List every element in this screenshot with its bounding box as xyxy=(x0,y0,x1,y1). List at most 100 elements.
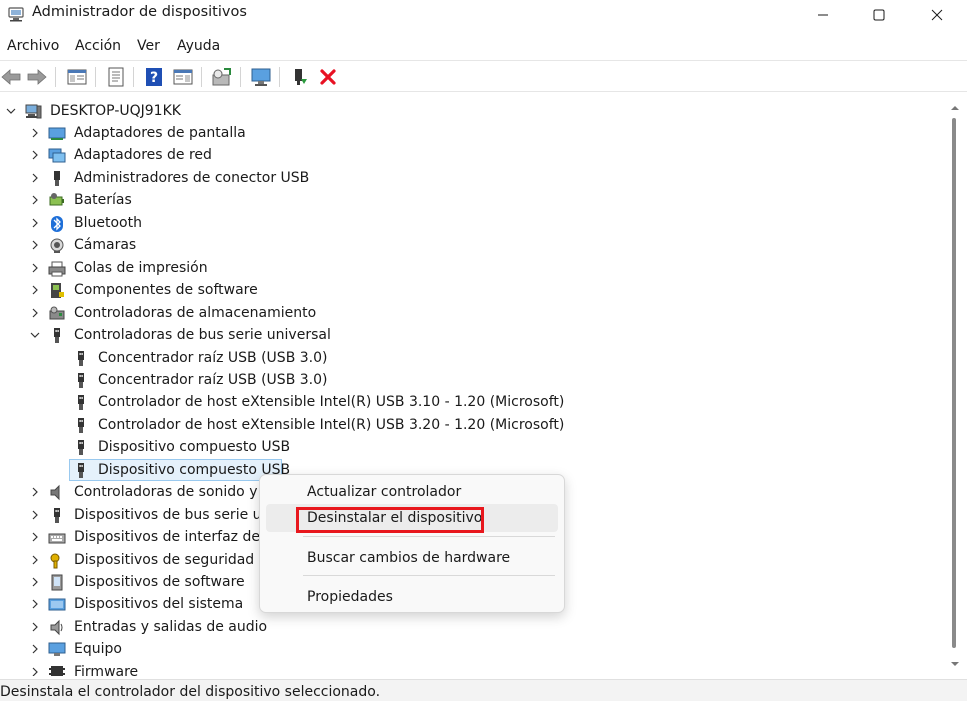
title-bar: Administrador de dispositivos xyxy=(0,0,967,30)
tree-category-item[interactable]: Adaptadores de red xyxy=(0,144,944,166)
tree-child-item[interactable]: Concentrador raíz USB (USB 3.0) xyxy=(0,369,944,391)
uninstall-device-button[interactable] xyxy=(317,66,339,88)
chevron-right-icon[interactable] xyxy=(29,575,41,589)
chevron-right-icon[interactable] xyxy=(29,238,41,252)
tree-category-item[interactable]: Controladoras de bus serie universal xyxy=(0,324,944,346)
toolbar-separator xyxy=(240,67,241,87)
tree-child-item[interactable]: Dispositivo compuesto USB xyxy=(0,436,944,458)
chevron-right-icon[interactable] xyxy=(29,283,41,297)
menu-ver[interactable]: Ver xyxy=(137,37,160,55)
context-menu: Actualizar controlador Desinstalar el di… xyxy=(259,474,565,613)
tree-item-label: Dispositivos de software xyxy=(74,574,245,590)
chevron-right-icon[interactable] xyxy=(29,216,41,230)
chevron-down-icon[interactable] xyxy=(29,328,41,342)
toolbar-separator xyxy=(201,67,202,87)
chevron-right-icon[interactable] xyxy=(29,665,41,676)
toolbar-separator xyxy=(279,67,280,87)
forward-button[interactable] xyxy=(26,66,48,88)
chevron-right-icon[interactable] xyxy=(29,171,41,185)
menu-accion[interactable]: Acción xyxy=(75,37,121,55)
maximize-button[interactable] xyxy=(853,0,905,30)
properties-button[interactable] xyxy=(105,66,127,88)
svg-text:?: ? xyxy=(150,70,158,86)
hid-keyboard-icon xyxy=(48,533,66,544)
tree-category-item[interactable]: Bluetooth xyxy=(0,212,944,234)
minimize-button[interactable] xyxy=(797,0,849,30)
tree-child-item[interactable]: Concentrador raíz USB (USB 3.0) xyxy=(0,347,944,369)
tree-category-item[interactable]: Equipo xyxy=(0,638,944,660)
forward-arrow-icon xyxy=(27,69,47,85)
tree-item-label: Cámaras xyxy=(74,237,137,254)
menu-ayuda[interactable]: Ayuda xyxy=(177,37,220,55)
usb-icon xyxy=(78,462,84,478)
close-button[interactable] xyxy=(911,0,963,30)
tree-item-label: Administradores de conector USB xyxy=(74,169,310,186)
tree-category-item[interactable]: Entradas y salidas de audio xyxy=(0,616,944,638)
menu-bar: Archivo Acción Ver Ayuda xyxy=(0,34,967,58)
tree-category-item[interactable]: Baterías xyxy=(0,189,944,211)
status-bar: Desinstala el controlador del dispositiv… xyxy=(0,679,967,701)
printer-icon xyxy=(48,261,66,277)
tree-child-item[interactable]: Controlador de host eXtensible Intel(R) … xyxy=(0,391,944,413)
chevron-right-icon[interactable] xyxy=(29,193,41,207)
chevron-down-icon[interactable] xyxy=(5,104,17,118)
scroll-thumb[interactable] xyxy=(952,118,956,648)
chevron-right-icon[interactable] xyxy=(29,148,41,162)
chevron-right-icon[interactable] xyxy=(29,553,41,567)
tree-item-label: Adaptadores de red xyxy=(74,147,212,164)
tree-category-item[interactable]: Colas de impresión xyxy=(0,257,944,279)
enable-device-icon xyxy=(295,69,307,85)
scroll-up-icon[interactable] xyxy=(950,104,960,112)
tree-item-label: Controlador de host eXtensible Intel(R) … xyxy=(98,416,565,433)
vertical-scrollbar[interactable] xyxy=(944,98,967,676)
usb-connector-icon xyxy=(54,170,60,186)
ctx-properties-label: Propiedades xyxy=(307,589,393,605)
monitor-button[interactable] xyxy=(250,66,272,88)
tree-item-label: Adaptadores de pantalla xyxy=(74,125,246,141)
tree-category-item[interactable]: Administradores de conector USB xyxy=(0,167,944,189)
ctx-scan-hardware[interactable]: Buscar cambios de hardware xyxy=(266,544,558,572)
tree-category-item[interactable]: Cámaras xyxy=(0,234,944,256)
back-button[interactable] xyxy=(0,66,22,88)
tree-child-item[interactable]: Controlador de host eXtensible Intel(R) … xyxy=(0,414,944,436)
ctx-properties[interactable]: Propiedades xyxy=(266,583,558,611)
chevron-right-icon[interactable] xyxy=(29,126,41,140)
scan-hardware-button[interactable] xyxy=(211,66,233,88)
computer-icon xyxy=(48,642,66,657)
tree-item-label: Equipo xyxy=(74,641,122,658)
help-button[interactable]: ? xyxy=(143,66,165,88)
tree-category-item[interactable]: Adaptadores de pantalla xyxy=(0,122,944,144)
window-title: Administrador de dispositivos xyxy=(32,4,247,20)
tree-category-item[interactable]: Controladoras de almacenamiento xyxy=(0,302,944,324)
tree-category-item[interactable]: Firmware xyxy=(0,661,944,676)
tree-root-label: DESKTOP-UQJ91KK xyxy=(50,103,181,119)
tree-item-label: Bluetooth xyxy=(74,214,142,231)
tree-item-label: Entradas y salidas de audio xyxy=(74,618,268,635)
tree-root[interactable]: DESKTOP-UQJ91KK xyxy=(0,100,944,122)
scroll-down-icon[interactable] xyxy=(950,660,960,668)
chevron-right-icon[interactable] xyxy=(29,306,41,320)
action-pane-button[interactable] xyxy=(172,66,194,88)
menu-archivo[interactable]: Archivo xyxy=(7,37,59,55)
enable-device-button[interactable] xyxy=(289,66,311,88)
toolbar-separator xyxy=(55,67,56,87)
chevron-right-icon[interactable] xyxy=(29,642,41,656)
ctx-update-driver[interactable]: Actualizar controlador xyxy=(266,478,558,506)
tree-category-item[interactable]: Componentes de software xyxy=(0,279,944,301)
chevron-right-icon[interactable] xyxy=(29,485,41,499)
usb-icon xyxy=(78,417,84,433)
usb-icon xyxy=(78,440,84,456)
red-highlight-annotation xyxy=(296,507,484,533)
monitor-icon xyxy=(251,68,271,86)
chevron-right-icon[interactable] xyxy=(29,597,41,611)
tree-item-label: Dispositivo compuesto USB xyxy=(98,439,291,456)
show-hide-console-tree-button[interactable] xyxy=(66,66,88,88)
chevron-right-icon[interactable] xyxy=(29,530,41,544)
minimize-icon xyxy=(818,14,828,16)
battery-icon xyxy=(49,193,64,206)
chevron-right-icon[interactable] xyxy=(29,620,41,634)
chevron-right-icon[interactable] xyxy=(29,261,41,275)
close-icon xyxy=(931,9,943,21)
chevron-right-icon[interactable] xyxy=(29,508,41,522)
software-device-icon xyxy=(51,574,63,591)
